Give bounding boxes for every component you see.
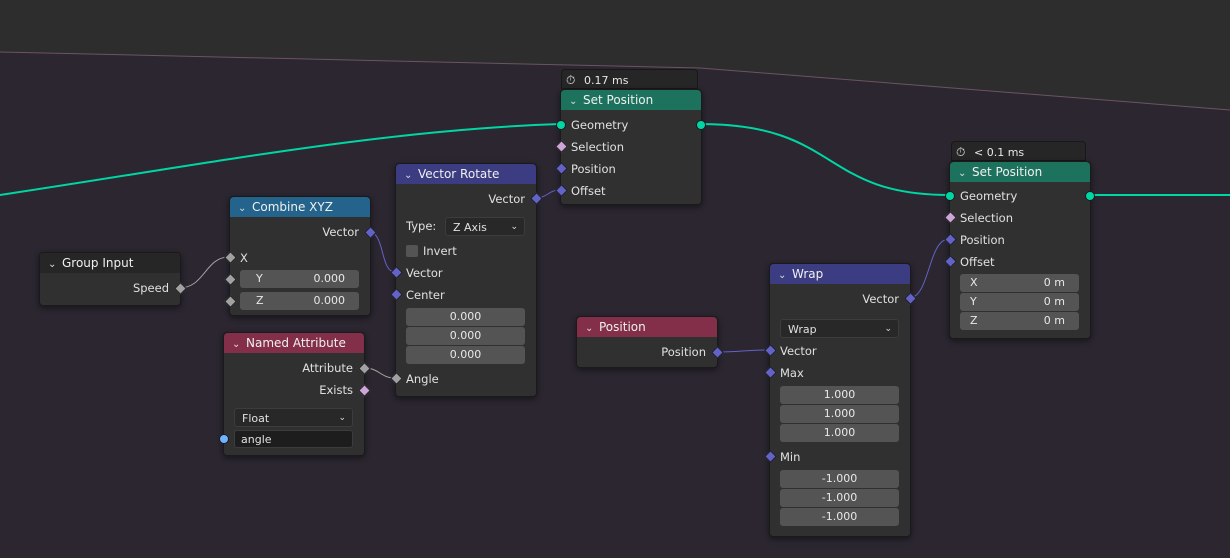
- type-label: Type:: [406, 219, 437, 233]
- invert-label: Invert: [423, 244, 457, 258]
- chevron-down-icon: ⌄: [510, 222, 518, 232]
- chevron-down-icon[interactable]: ⌄: [232, 335, 246, 353]
- node-position[interactable]: ⌄ Position Position: [576, 316, 718, 368]
- socket-label-vector-in: Vector: [406, 266, 443, 280]
- type-dropdown[interactable]: Z Axis ⌄: [445, 217, 525, 236]
- socket-geometry-out[interactable]: [1085, 191, 1095, 201]
- socket-label-vector-out: Vector: [488, 192, 525, 206]
- socket-label-angle: Angle: [406, 372, 439, 386]
- socket-label-center: Center: [406, 288, 445, 302]
- stopwatch-icon: ⏱: [956, 145, 966, 159]
- socket-label-exists: Exists: [319, 383, 353, 397]
- attribute-name-input[interactable]: angle: [234, 430, 353, 448]
- socket-name-in[interactable]: [219, 434, 229, 444]
- node-vector-rotate[interactable]: ⌄ Vector Rotate Vector Type: Z Axis ⌄ Inve…: [395, 163, 537, 397]
- socket-label-offset: Offset: [960, 255, 995, 269]
- socket-label-geometry: Geometry: [571, 118, 629, 132]
- chevron-down-icon[interactable]: ⌄: [585, 319, 599, 337]
- socket-label-attribute: Attribute: [302, 361, 353, 375]
- socket-label-geometry: Geometry: [960, 189, 1018, 203]
- socket-label-position: Position: [661, 345, 706, 359]
- chevron-down-icon[interactable]: ⌄: [958, 164, 972, 182]
- socket-label-speed: Speed: [132, 281, 169, 295]
- node-combine-xyz[interactable]: ⌄ Combine XYZ Vector X Y 0.000 Z 0.000: [229, 196, 371, 316]
- max-x-field[interactable]: 1.000: [780, 386, 899, 404]
- chevron-down-icon[interactable]: ⌄: [404, 166, 418, 184]
- mode-dropdown[interactable]: Wrap ⌄: [780, 319, 899, 338]
- node-header[interactable]: ⌄ Set Position: [561, 90, 701, 110]
- min-y-field[interactable]: -1.000: [780, 489, 899, 507]
- node-header[interactable]: ⌄ Group Input: [40, 253, 180, 273]
- timing-badge: ⏱ < 0.1 ms: [951, 141, 1086, 161]
- socket-label-vector: Vector: [322, 225, 359, 239]
- chevron-down-icon: ⌄: [338, 413, 346, 423]
- node-named-attribute[interactable]: ⌄ Named Attribute Attribute Exists Float ⌄…: [223, 332, 365, 456]
- chevron-down-icon[interactable]: ⌄: [778, 266, 792, 284]
- socket-label-min: Min: [780, 450, 801, 464]
- center-z-field[interactable]: 0.000: [406, 346, 525, 364]
- max-z-field[interactable]: 1.000: [780, 424, 899, 442]
- node-group-input[interactable]: ⌄ Group Input Speed: [39, 252, 181, 306]
- chevron-down-icon[interactable]: ⌄: [238, 199, 252, 217]
- stopwatch-icon: ⏱: [566, 73, 576, 87]
- node-set-position-2[interactable]: ⌄ Set Position Geometry Selection Positio…: [949, 161, 1091, 339]
- socket-label-selection: Selection: [571, 140, 624, 154]
- socket-label-vector-in: Vector: [780, 344, 817, 358]
- offset-z-field[interactable]: Z0 m: [960, 312, 1079, 330]
- node-header[interactable]: ⌄ Combine XYZ: [230, 197, 370, 217]
- timing-badge: ⏱ 0.17 ms: [561, 69, 698, 89]
- min-x-field[interactable]: -1.000: [780, 470, 899, 488]
- socket-label-position: Position: [960, 233, 1005, 247]
- node-header[interactable]: ⌄ Named Attribute: [224, 333, 364, 353]
- socket-label-vector-out: Vector: [862, 292, 899, 306]
- socket-label-max: Max: [780, 366, 804, 380]
- node-header[interactable]: ⌄ Position: [577, 317, 717, 337]
- socket-label-selection: Selection: [960, 211, 1013, 225]
- socket-geometry-in[interactable]: [556, 120, 566, 130]
- chevron-down-icon: ⌄: [884, 324, 892, 334]
- chevron-down-icon[interactable]: ⌄: [569, 92, 583, 110]
- node-header[interactable]: ⌄ Wrap: [770, 264, 910, 284]
- node-header[interactable]: ⌄ Vector Rotate: [396, 164, 536, 184]
- socket-geometry-out[interactable]: [696, 120, 706, 130]
- chevron-down-icon[interactable]: ⌄: [48, 255, 62, 273]
- z-field[interactable]: Z 0.000: [240, 292, 359, 310]
- offset-y-field[interactable]: Y0 m: [960, 293, 1079, 311]
- center-x-field[interactable]: 0.000: [406, 308, 525, 326]
- socket-label-position: Position: [571, 162, 616, 176]
- node-header[interactable]: ⌄ Set Position: [950, 162, 1090, 182]
- socket-label-offset: Offset: [571, 184, 606, 198]
- invert-checkbox[interactable]: [406, 245, 418, 257]
- offset-x-field[interactable]: X0 m: [960, 274, 1079, 292]
- socket-geometry-in[interactable]: [945, 191, 955, 201]
- center-y-field[interactable]: 0.000: [406, 327, 525, 345]
- max-y-field[interactable]: 1.000: [780, 405, 899, 423]
- socket-label-x: X: [240, 251, 248, 265]
- min-z-field[interactable]: -1.000: [780, 508, 899, 526]
- node-set-position-1[interactable]: ⌄ Set Position Geometry Selection Positio…: [560, 89, 702, 205]
- y-field[interactable]: Y 0.000: [240, 270, 359, 288]
- node-wrap[interactable]: ⌄ Wrap Vector Wrap ⌄ Vector Max 1.000 1.00…: [769, 263, 911, 537]
- data-type-dropdown[interactable]: Float ⌄: [234, 408, 353, 427]
